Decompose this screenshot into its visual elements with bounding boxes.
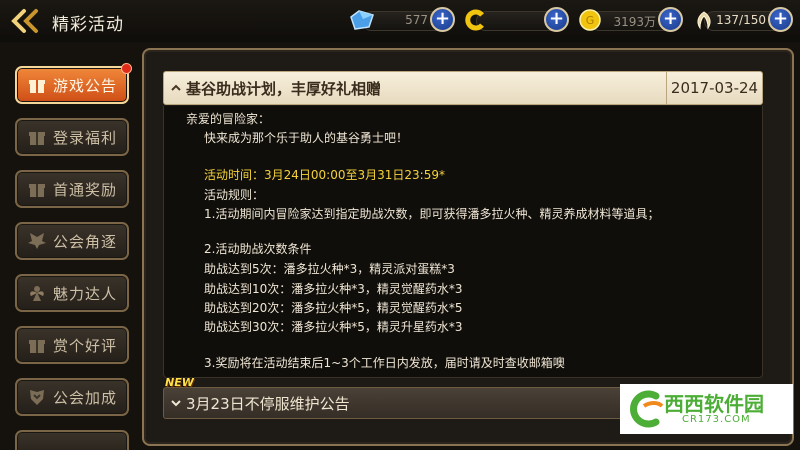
activity-sidebar: 游戏公告 登录福利 首通奖励 公会角逐 魅力达人 赏个好评 公会加成: [0, 44, 146, 450]
gold-c-icon: [462, 6, 490, 34]
announcement-title: 基谷助战计划，丰厚好礼相赠: [186, 79, 382, 98]
sidebar-item-label: 首通奖励: [53, 180, 118, 199]
resource-crystals: 577 +: [348, 6, 458, 34]
crystal-count: 577: [405, 13, 428, 27]
watermark-url: CR173.COM: [682, 414, 751, 425]
site-watermark: 西西软件园 CR173.COM: [620, 384, 793, 434]
sidebar-item-partial[interactable]: [15, 430, 129, 450]
body-line: 快来成为那个乐于助人的基谷勇士吧！: [204, 131, 409, 145]
page-title: 精彩活动: [52, 15, 124, 35]
sidebar-item-label: 公会角逐: [53, 232, 118, 251]
sidebar-item-give-review[interactable]: 赏个好评: [15, 326, 129, 364]
sidebar-item-guild-contest[interactable]: 公会角逐: [15, 222, 129, 260]
gift-icon: [23, 175, 51, 203]
sidebar-item-label: 赏个好评: [53, 336, 118, 355]
gold-coin-icon: G: [576, 6, 604, 34]
announcement-header[interactable]: 基谷助战计划，丰厚好礼相赠 2017-03-24: [163, 71, 763, 105]
top-bar: 精彩活动 577 + + G 3193万 + 137/150 +: [0, 0, 800, 42]
gift-icon: [23, 331, 51, 359]
sidebar-item-label: 游戏公告: [53, 76, 118, 95]
body-line: 助战达到20次：潘多拉火种*5，精灵觉醒药水*5: [204, 301, 463, 315]
svg-text:G: G: [586, 14, 595, 27]
sidebar-item-charm-master[interactable]: 魅力达人: [15, 274, 129, 312]
event-time-line: 活动时间：3月24日00:00至3月31日23:59*: [204, 168, 445, 182]
shield-crest-icon: [23, 383, 51, 411]
back-button[interactable]: [8, 6, 42, 36]
watermark-brand: 西西软件园: [664, 392, 764, 416]
cr-logo-icon: [630, 390, 664, 428]
sidebar-item-game-announcement[interactable]: 游戏公告: [15, 63, 132, 104]
sidebar-item-guild-bonus[interactable]: 公会加成: [15, 378, 129, 416]
energy-count: 137/150: [716, 13, 766, 27]
body-line: 活动规则：: [204, 188, 265, 202]
new-badge: NEW: [165, 376, 194, 389]
chevron-down-icon: [166, 398, 186, 408]
gift-icon: [23, 71, 51, 99]
sidebar-item-first-clear-reward[interactable]: 首通奖励: [15, 170, 129, 208]
back-arrow-icon: [11, 9, 38, 33]
add-c-currency-button[interactable]: +: [544, 7, 569, 32]
notification-badge: [121, 63, 132, 74]
body-line: 2.活动助战次数条件: [204, 242, 312, 256]
announcement2-title: 3月23日不停服维护公告: [186, 394, 350, 413]
body-line: 助战达到10次：潘多拉火种*3，精灵觉醒药水*3: [204, 282, 463, 296]
sidebar-item-login-bonus[interactable]: 登录福利: [15, 118, 129, 156]
resource-energy: 137/150 +: [690, 6, 800, 34]
sidebar-item-label: 登录福利: [53, 128, 118, 147]
gift-icon: [23, 123, 51, 151]
fairy-icon: [23, 279, 51, 307]
sidebar-item-label: 魅力达人: [53, 284, 118, 303]
body-line: 助战达到30次：潘多拉火种*5，精灵升星药水*3: [204, 320, 463, 334]
gold-count: 3193万: [613, 15, 656, 29]
blue-crystal-icon: [348, 6, 376, 34]
announcement-body: 亲爱的冒险家： 快来成为那个乐于助人的基谷勇士吧！ 活动时间：3月24日00:0…: [163, 106, 763, 378]
body-line: 助战达到5次：潘多拉火种*3，精灵派对蛋糕*3: [204, 262, 455, 276]
chevron-up-icon: [166, 83, 186, 93]
announcement-date: 2017-03-24: [666, 72, 762, 104]
body-line: 亲爱的冒险家：: [186, 112, 271, 126]
add-crystals-button[interactable]: +: [430, 7, 455, 32]
resource-gold: G 3193万 +: [576, 6, 686, 34]
sidebar-item-label: 公会加成: [53, 388, 118, 407]
resource-c-currency: +: [462, 6, 572, 34]
wings-emblem-icon: [23, 227, 51, 255]
add-energy-button[interactable]: +: [768, 7, 793, 32]
body-line: 3.奖励将在活动结束后1~3个工作日内发放，届时请及时查收邮箱噢: [204, 356, 565, 370]
add-gold-button[interactable]: +: [658, 7, 683, 32]
body-line: 1.活动期间内冒险家达到指定助战次数，即可获得潘多拉火种、精灵养成材料等道具；: [204, 207, 660, 221]
